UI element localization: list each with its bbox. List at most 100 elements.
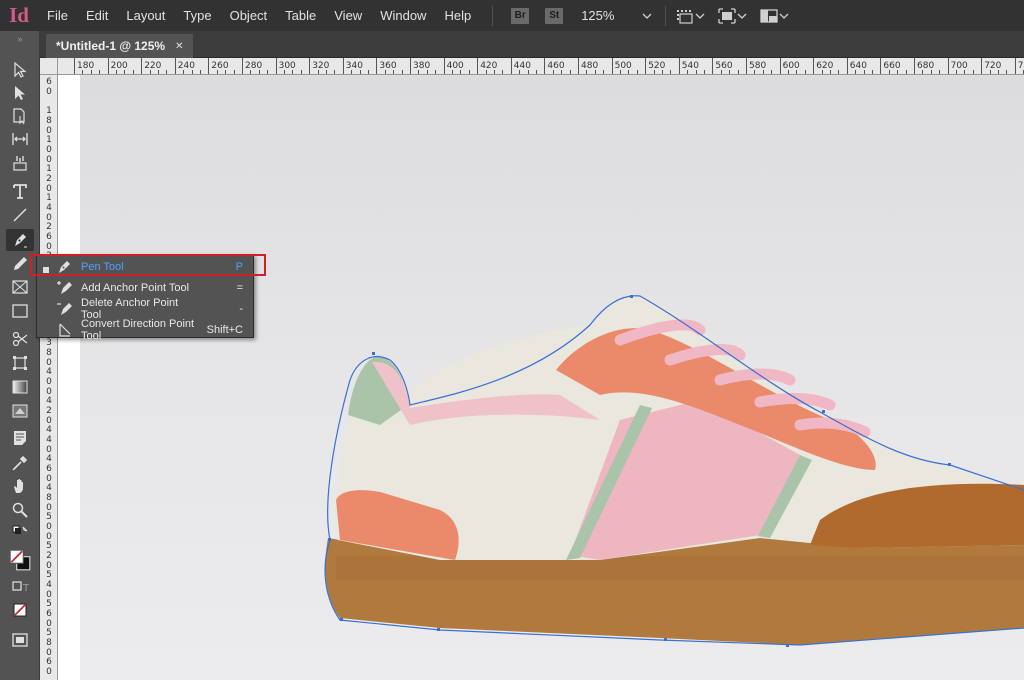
horizontal-ruler[interactable]: 180 200 220 240 260 280 300 320 340 360 380 400 420 4…	[58, 58, 1024, 75]
flyout-item-label: Pen Tool	[81, 260, 124, 273]
screen-mode-chevron-down-icon[interactable]	[736, 0, 748, 31]
view-options-icon[interactable]	[676, 0, 694, 31]
ruler-tick	[443, 58, 445, 74]
ruler-tick	[712, 58, 714, 74]
content-collector-tool-icon[interactable]	[6, 152, 34, 174]
scissors-tool-icon[interactable]	[6, 328, 34, 350]
document-tab-strip: *Untitled-1 @ 125% ✕	[40, 31, 1024, 58]
menu-help[interactable]: Help	[435, 0, 480, 31]
menu-edit[interactable]: Edit	[77, 0, 117, 31]
tools-panel: » T	[0, 31, 40, 680]
gradient-swatch-tool-icon[interactable]	[6, 376, 34, 398]
ruler-tick	[275, 58, 277, 74]
close-icon[interactable]: ✕	[175, 41, 183, 52]
ruler-tick	[544, 58, 546, 74]
ruler-tick	[141, 58, 143, 74]
ruler-tick	[107, 58, 109, 74]
view-options-chevron-down-icon[interactable]	[694, 0, 706, 31]
flyout-item-label: Convert Direction Point Tool	[81, 317, 195, 342]
free-transform-tool-icon[interactable]	[6, 352, 34, 374]
flyout-item-delete-anchor-point-tool[interactable]: Delete Anchor Point Tool -	[37, 297, 253, 321]
menu-layout[interactable]: Layout	[117, 0, 174, 31]
flyout-item-shortcut: =	[236, 281, 243, 294]
ruler-label: 6 0	[46, 657, 52, 677]
ruler-tick	[74, 58, 75, 74]
ruler-tick	[813, 58, 815, 74]
menu-table[interactable]: Table	[276, 0, 325, 31]
ruler-label: 4 2 0	[46, 396, 52, 426]
screen-mode-icon[interactable]	[718, 0, 736, 31]
type-tool-icon[interactable]	[6, 180, 34, 202]
ruler-tick	[779, 58, 781, 74]
flyout-item-shortcut: P	[235, 260, 243, 273]
selection-tool-icon[interactable]	[6, 59, 34, 81]
zoom-tool-icon[interactable]	[6, 499, 34, 521]
ruler-tick	[309, 58, 311, 74]
apply-none-icon[interactable]	[6, 599, 34, 621]
formatting-container-icon[interactable]: T	[6, 579, 34, 595]
flyout-item-convert-direction-point-tool[interactable]: Convert Direction Point Tool Shift+C	[37, 317, 253, 342]
menu-file[interactable]: File	[38, 0, 77, 31]
arrange-documents-chevron-down-icon[interactable]	[778, 0, 790, 31]
indesign-logo: Id	[9, 3, 29, 27]
flyout-item-shortcut: -	[239, 302, 243, 315]
default-fill-stroke-icon[interactable]	[6, 525, 34, 541]
convert-direction-icon	[55, 321, 77, 339]
vertical-ruler[interactable]: 6 01 8 01 0 01 2 01 4 02 6 03 03 4 03 6 …	[40, 75, 58, 680]
flyout-item-pen-tool[interactable]: Pen Tool P	[37, 256, 253, 277]
ruler-tick	[914, 58, 915, 74]
pencil-tool-icon[interactable]	[6, 253, 34, 275]
pen-tool-flyout-menu: Pen Tool P Add Anchor Point Tool = Delet…	[36, 254, 254, 342]
ruler-label: 2 6 0	[46, 222, 52, 252]
ruler-tick	[510, 58, 512, 74]
eyedropper-tool-icon[interactable]	[6, 452, 34, 474]
ruler-label: 1 4 0	[46, 193, 52, 223]
add-anchor-icon	[55, 279, 77, 297]
menu-object[interactable]: Object	[221, 0, 277, 31]
line-tool-icon[interactable]	[6, 204, 34, 226]
ruler-tick	[611, 58, 613, 74]
stock-button[interactable]: St	[545, 7, 564, 24]
menu-separator	[665, 5, 667, 26]
ruler-label: 1 0 0	[46, 135, 52, 165]
pen-tool-icon[interactable]	[6, 229, 34, 251]
ruler-label: 4 0 0	[46, 367, 52, 397]
svg-text:T: T	[22, 583, 29, 594]
arrange-documents-icon[interactable]	[760, 0, 778, 31]
hand-tool-icon[interactable]	[6, 475, 34, 497]
document-canvas[interactable]	[58, 75, 1024, 680]
ruler-label: 4 8 0	[46, 483, 52, 513]
gap-tool-icon[interactable]	[6, 128, 34, 150]
zoom-level[interactable]: 125%	[581, 8, 641, 23]
ruler-label: 5 6 0	[46, 599, 52, 629]
gradient-feather-tool-icon[interactable]	[6, 400, 34, 422]
ruler-tick	[376, 58, 378, 74]
ruler-tick	[174, 58, 176, 74]
fill-stroke-swatch-icon[interactable]	[6, 543, 34, 577]
ruler-label: 3 8 0	[46, 338, 52, 368]
document-tab[interactable]: *Untitled-1 @ 125% ✕	[46, 34, 194, 58]
ruler-tick	[410, 58, 411, 74]
zoom-chevron-down-icon[interactable]	[641, 0, 653, 31]
panel-collapse-icon[interactable]: »	[4, 35, 36, 44]
rectangle-frame-tool-icon[interactable]	[6, 276, 34, 298]
rectangle-tool-icon[interactable]	[6, 300, 34, 322]
ruler-label: 1 8 0	[46, 106, 52, 136]
ruler-origin[interactable]	[40, 58, 58, 75]
delete-anchor-icon	[55, 300, 77, 318]
note-tool-icon[interactable]	[6, 427, 34, 449]
screen-mode-tool-icon[interactable]	[6, 629, 34, 651]
flyout-item-shortcut: Shift+C	[206, 323, 243, 336]
document-tab-title: *Untitled-1 @ 125%	[56, 39, 166, 53]
bridge-button[interactable]: Br	[511, 7, 530, 24]
ruler-label: 1 2 0	[46, 164, 52, 194]
flyout-item-add-anchor-point-tool[interactable]: Add Anchor Point Tool =	[37, 277, 253, 298]
menu-view[interactable]: View	[325, 0, 371, 31]
ruler-tick	[846, 58, 848, 74]
menu-type[interactable]: Type	[174, 0, 220, 31]
ruler-label: 4 4 0	[46, 425, 52, 455]
page-tool-icon[interactable]	[6, 105, 34, 127]
direct-selection-tool-icon[interactable]	[6, 82, 34, 104]
ruler-tick	[947, 58, 949, 74]
menu-window[interactable]: Window	[371, 0, 435, 31]
